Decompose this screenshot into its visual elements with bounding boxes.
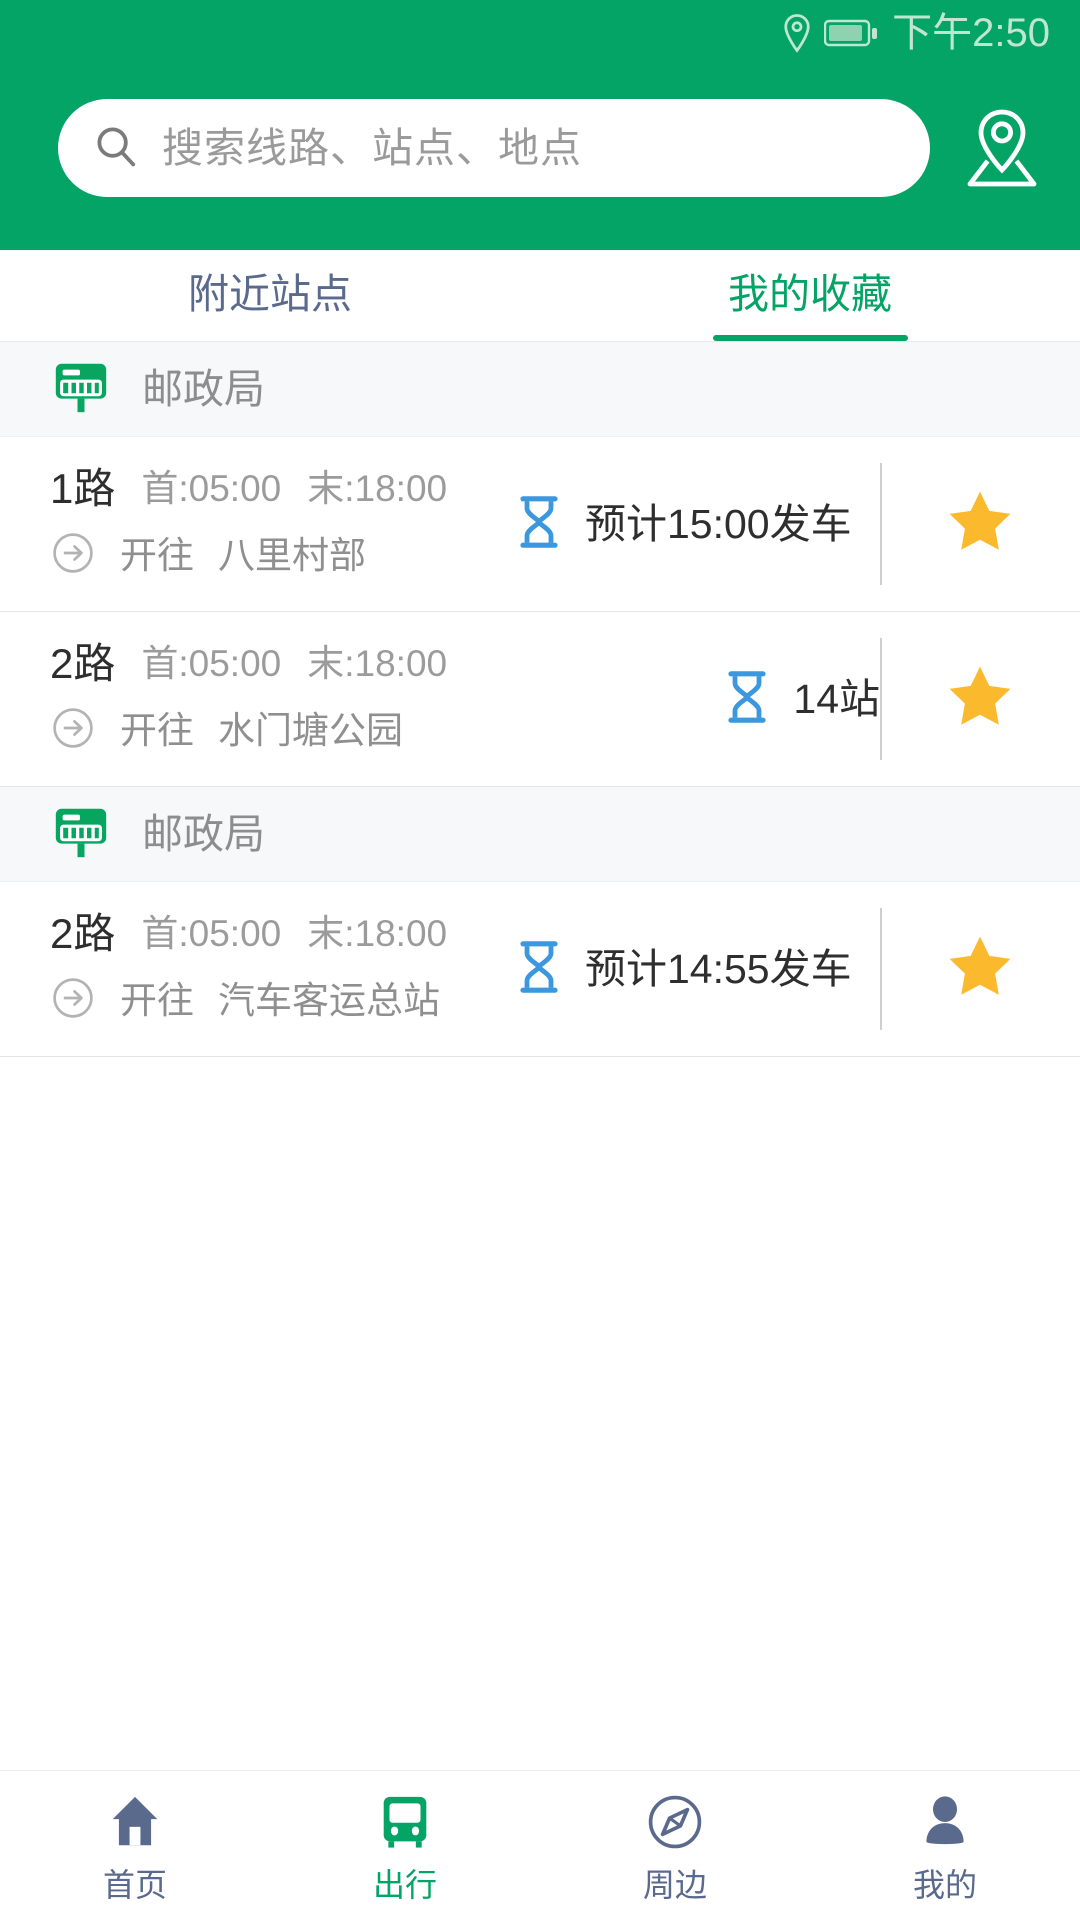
search-icon: [92, 122, 140, 175]
route-eta-text: 预计14:55发车: [585, 946, 852, 992]
cell-divider: [880, 638, 882, 760]
route-last-time: 末:18:00: [307, 913, 448, 954]
route-destination-prefix: 开往: [120, 534, 194, 576]
nav-label: 出行: [372, 1866, 437, 1903]
favorite-toggle[interactable]: [880, 882, 1080, 1056]
tab-label: 附近站点: [188, 271, 352, 317]
favorite-toggle[interactable]: [880, 612, 1080, 786]
route-destination-prefix: 开往: [120, 709, 194, 751]
person-icon: [914, 1791, 976, 1853]
arrow-right-circle-icon: [50, 975, 96, 1026]
star-filled-icon: [942, 484, 1018, 565]
search-row: 搜索线路、站点、地点: [0, 96, 1080, 200]
arrow-right-circle-icon: [50, 530, 96, 581]
nav-item-nearby[interactable]: 周边: [540, 1791, 810, 1901]
star-filled-icon: [942, 929, 1018, 1010]
location-pin-icon: [782, 13, 812, 53]
route-eta-text: 预计15:00发车: [585, 501, 852, 547]
route-eta-text: 14站: [793, 676, 880, 722]
home-icon: [104, 1791, 166, 1853]
nav-label: 周边: [642, 1866, 707, 1903]
route-first-time: 首:05:00: [141, 643, 282, 684]
station-name: 邮政局: [142, 365, 265, 412]
search-placeholder: 搜索线路、站点、地点: [162, 124, 582, 171]
status-time: 下午2:50: [892, 11, 1050, 55]
battery-icon: [824, 17, 880, 49]
nav-item-travel[interactable]: 出行: [270, 1791, 540, 1901]
route-number: 2路: [50, 639, 116, 687]
bus-stop-sign-icon: [50, 356, 112, 423]
route-first-time: 首:05:00: [141, 468, 282, 509]
route-row[interactable]: 2路 首:05:00 末:18:00 开往 汽车客运总站 预计14:55发车: [0, 882, 1080, 1057]
route-number: 1路: [50, 464, 116, 512]
station-header[interactable]: 邮政局: [0, 342, 1080, 437]
tab-label: 我的收藏: [728, 271, 892, 317]
cell-divider: [880, 463, 882, 585]
status-bar: 下午2:50: [0, 0, 1080, 66]
tab-bar: 附近站点 我的收藏: [0, 250, 1080, 342]
nav-item-mine[interactable]: 我的: [810, 1791, 1080, 1901]
hourglass-icon: [515, 494, 563, 555]
station-header[interactable]: 邮政局: [0, 787, 1080, 882]
station-name: 邮政局: [142, 810, 265, 857]
route-last-time: 末:18:00: [307, 643, 448, 684]
route-row[interactable]: 2路 首:05:00 末:18:00 开往 水门塘公园 14站: [0, 612, 1080, 787]
tab-active-indicator: [712, 335, 908, 341]
bus-stop-sign-icon: [50, 801, 112, 868]
route-number: 2路: [50, 909, 116, 957]
map-location-icon[interactable]: [950, 96, 1054, 200]
favorites-list: 邮政局 1路 首:05:00 末:18:00 开往 八里村部 预计15:00发车…: [0, 342, 1080, 1770]
cell-divider: [880, 908, 882, 1030]
star-filled-icon: [942, 659, 1018, 740]
tab-my-favorites[interactable]: 我的收藏: [540, 250, 1080, 341]
hourglass-icon: [723, 669, 771, 730]
favorite-toggle[interactable]: [880, 437, 1080, 611]
compass-icon: [644, 1791, 706, 1853]
route-eta: 预计15:00发车: [515, 437, 852, 612]
nav-label: 首页: [102, 1866, 167, 1903]
route-last-time: 末:18:00: [307, 468, 448, 509]
route-first-time: 首:05:00: [141, 913, 282, 954]
tab-nearby-stops[interactable]: 附近站点: [0, 250, 540, 341]
arrow-right-circle-icon: [50, 705, 96, 756]
bottom-nav-bar: 首页 出行 周边 我的: [0, 1770, 1080, 1920]
app-root: 下午2:50 搜索线路、站点、地点 附近站点 我的收藏 邮政局 1路 首:05:…: [0, 0, 1080, 1920]
route-eta: 预计14:55发车: [515, 882, 852, 1057]
hourglass-icon: [515, 939, 563, 1000]
route-eta: 14站: [723, 612, 880, 787]
route-destination: 八里村部: [218, 534, 366, 576]
route-destination: 汽车客运总站: [218, 979, 440, 1021]
nav-item-home[interactable]: 首页: [0, 1791, 270, 1901]
search-input[interactable]: 搜索线路、站点、地点: [58, 99, 930, 197]
route-destination: 水门塘公园: [218, 709, 403, 751]
route-row[interactable]: 1路 首:05:00 末:18:00 开往 八里村部 预计15:00发车: [0, 437, 1080, 612]
nav-label: 我的: [912, 1866, 977, 1903]
route-destination-prefix: 开往: [120, 979, 194, 1021]
app-header: 下午2:50 搜索线路、站点、地点: [0, 0, 1080, 250]
bus-icon: [374, 1791, 436, 1853]
